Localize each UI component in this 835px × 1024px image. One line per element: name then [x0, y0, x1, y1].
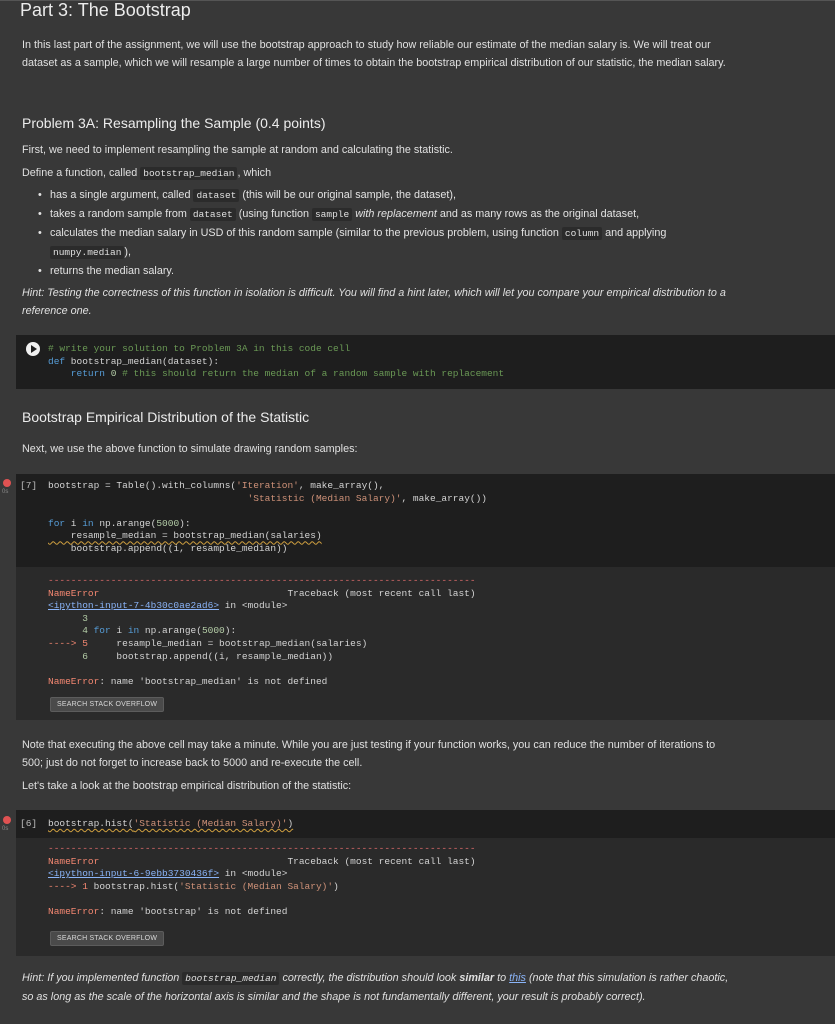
hint-distribution: Hint: If you implemented function bootst… — [22, 972, 729, 1003]
traceback-2: ----------------------------------------… — [48, 843, 476, 917]
section-text: Next, we use the above function to simul… — [22, 443, 358, 455]
exec-count: [6] — [20, 818, 38, 829]
look-paragraph: Let's take a look at the bootstrap empir… — [22, 780, 352, 792]
exec-time: 0s — [2, 826, 9, 832]
traceback-1: ----------------------------------------… — [48, 575, 476, 687]
list-item: takes a random sample from dataset (usin… — [38, 205, 758, 224]
define-post: , which — [237, 167, 272, 179]
define-pre: Define a function, called — [22, 167, 141, 179]
problem-title: Problem 3A: Resampling the Sample (0.4 p… — [22, 115, 326, 131]
list-item: calculates the median salary in USD of t… — [38, 224, 758, 262]
list-item: returns the median salary. — [38, 262, 758, 280]
error-status-icon[interactable] — [3, 479, 11, 487]
problem-text: First, we need to implement resampling t… — [22, 144, 453, 156]
requirements-list: has a single argument, called dataset (t… — [22, 186, 758, 280]
define-line: Define a function, called bootstrap_medi… — [22, 164, 732, 183]
hint-testing: Hint: Testing the correctness of this fu… — [22, 287, 726, 317]
code-cell-solution-source[interactable]: # write your solution to Problem 3A in t… — [48, 343, 504, 381]
traceback-link[interactable]: <ipython-input-6-9ebb3730436f> — [48, 868, 219, 879]
list-item: has a single argument, called dataset (t… — [38, 186, 758, 205]
code-cell-hist-source[interactable]: bootstrap.hist('Statistic (Median Salary… — [48, 818, 293, 831]
intro-paragraph: In this last part of the assignment, we … — [22, 39, 726, 69]
run-cell-button[interactable] — [26, 342, 40, 356]
code-cell-bootstrap-source[interactable]: bootstrap = Table().with_columns('Iterat… — [48, 480, 487, 556]
error-status-icon[interactable] — [3, 816, 11, 824]
reference-link[interactable]: this — [509, 972, 526, 984]
page-title: Part 3: The Bootstrap — [20, 0, 191, 20]
note-paragraph: Note that executing the above cell may t… — [22, 739, 716, 769]
define-fn-code: bootstrap_median — [140, 167, 238, 180]
traceback-link[interactable]: <ipython-input-7-4b30c0ae2ad6> — [48, 600, 219, 611]
section-title: Bootstrap Empirical Distribution of the … — [22, 409, 310, 425]
search-stack-overflow-button[interactable]: SEARCH STACK OVERFLOW — [50, 697, 165, 712]
search-stack-overflow-button-2[interactable]: SEARCH STACK OVERFLOW — [50, 931, 165, 946]
exec-count: [7] — [20, 480, 38, 491]
exec-time: 0s — [2, 489, 9, 495]
